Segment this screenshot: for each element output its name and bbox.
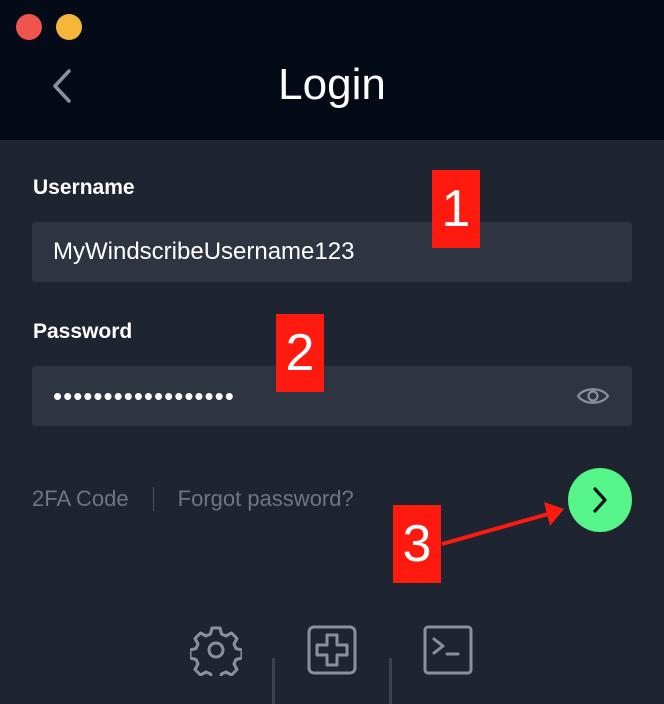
toolbar-divider	[389, 658, 392, 704]
terminal-icon[interactable]	[422, 624, 474, 676]
plus-square-icon[interactable]	[306, 624, 358, 676]
gear-icon[interactable]	[190, 624, 242, 676]
toolbar-divider	[272, 658, 275, 704]
annotation-arrow	[441, 502, 564, 546]
